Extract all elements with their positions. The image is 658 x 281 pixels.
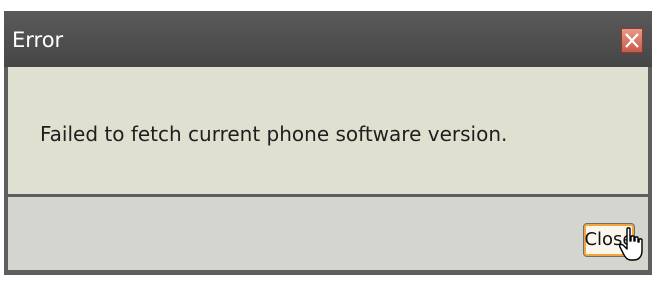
dialog-footer: Close	[8, 197, 648, 270]
hand-pointer-icon	[619, 227, 643, 261]
error-message: Failed to fetch current phone software v…	[40, 122, 508, 146]
error-dialog: Error Failed to fetch current phone soft…	[4, 11, 652, 275]
dialog-message-area: Failed to fetch current phone software v…	[8, 67, 648, 194]
close-icon[interactable]	[621, 28, 643, 53]
dialog-titlebar: Error	[4, 11, 652, 67]
dialog-title: Error	[12, 28, 64, 52]
